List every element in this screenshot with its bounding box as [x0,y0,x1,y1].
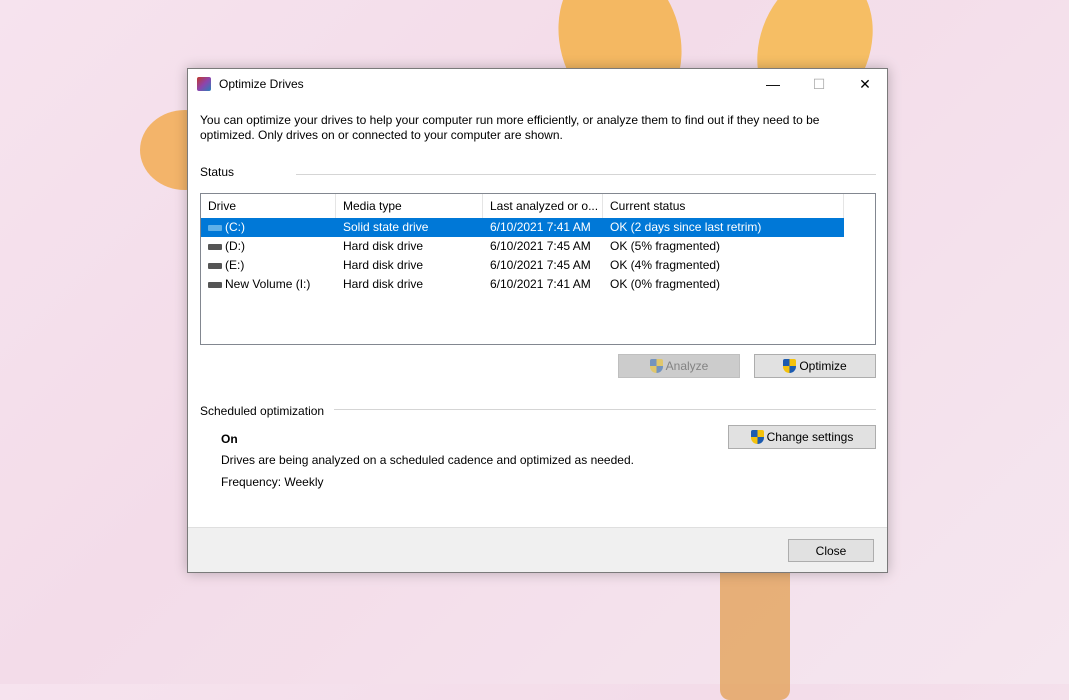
divider [334,409,876,410]
status-label: Status [200,165,235,179]
column-media-type[interactable]: Media type [336,194,483,218]
defrag-app-icon [197,77,211,91]
drive-name: (C:) [225,220,245,234]
media-type: Hard disk drive [343,239,424,253]
schedule-info: Drives are being analyzed on a scheduled… [221,453,634,467]
media-type: Solid state drive [343,220,429,234]
drive-name: New Volume (I:) [225,277,311,291]
drives-list[interactable]: Drive Media type Last analyzed or o... C… [200,193,876,345]
last-analyzed: 6/10/2021 7:41 AM [490,277,591,291]
column-current-status[interactable]: Current status [603,194,844,218]
current-status: OK (4% fragmented) [610,258,721,272]
uac-shield-icon [649,359,663,373]
hdd-icon [208,281,222,288]
drive-row-d[interactable]: (D:) Hard disk drive 6/10/2021 7:45 AM O… [201,237,875,256]
maximize-button[interactable]: ☐ [796,69,842,99]
schedule-state: On [221,432,238,446]
title-bar: Optimize Drives — ☐ ✕ [188,69,887,99]
analyze-label: Analyze [665,359,709,373]
analyze-button[interactable]: Analyze [618,354,740,378]
optimize-label: Optimize [799,359,847,373]
divider [296,174,876,175]
optimize-drives-window: Optimize Drives — ☐ ✕ You can optimize y… [187,68,888,573]
window-title: Optimize Drives [219,77,304,91]
optimize-button[interactable]: Optimize [754,354,876,378]
close-window-button[interactable]: ✕ [842,69,888,99]
footer: Close [188,527,887,572]
hdd-icon [208,262,222,269]
background-petal [720,560,790,700]
column-last-analyzed[interactable]: Last analyzed or o... [483,194,603,218]
last-analyzed: 6/10/2021 7:41 AM [490,220,591,234]
current-status: OK (0% fragmented) [610,277,721,291]
drive-row-c[interactable]: (C:) Solid state drive 6/10/2021 7:41 AM… [201,218,844,237]
drive-row-i[interactable]: New Volume (I:) Hard disk drive 6/10/202… [201,275,875,294]
last-analyzed: 6/10/2021 7:45 AM [490,239,591,253]
media-type: Hard disk drive [343,258,424,272]
hdd-icon [208,243,222,250]
close-button[interactable]: Close [788,539,874,562]
scheduled-optimization-label: Scheduled optimization [200,404,325,418]
schedule-frequency: Frequency: Weekly [221,475,324,489]
last-analyzed: 6/10/2021 7:45 AM [490,258,591,272]
list-header: Drive Media type Last analyzed or o... C… [201,194,875,218]
current-status: OK (5% fragmented) [610,239,721,253]
current-status: OK (2 days since last retrim) [610,220,762,234]
column-drive[interactable]: Drive [201,194,336,218]
drive-name: (D:) [225,239,245,253]
drive-row-e[interactable]: (E:) Hard disk drive 6/10/2021 7:45 AM O… [201,256,875,275]
description-text: You can optimize your drives to help you… [200,113,820,142]
uac-shield-icon [750,430,764,444]
ssd-icon [208,224,222,231]
media-type: Hard disk drive [343,277,424,291]
change-settings-button[interactable]: Change settings [728,425,876,449]
minimize-button[interactable]: — [750,69,796,99]
change-settings-label: Change settings [766,430,854,444]
uac-shield-icon [783,359,797,373]
drive-name: (E:) [225,258,245,272]
